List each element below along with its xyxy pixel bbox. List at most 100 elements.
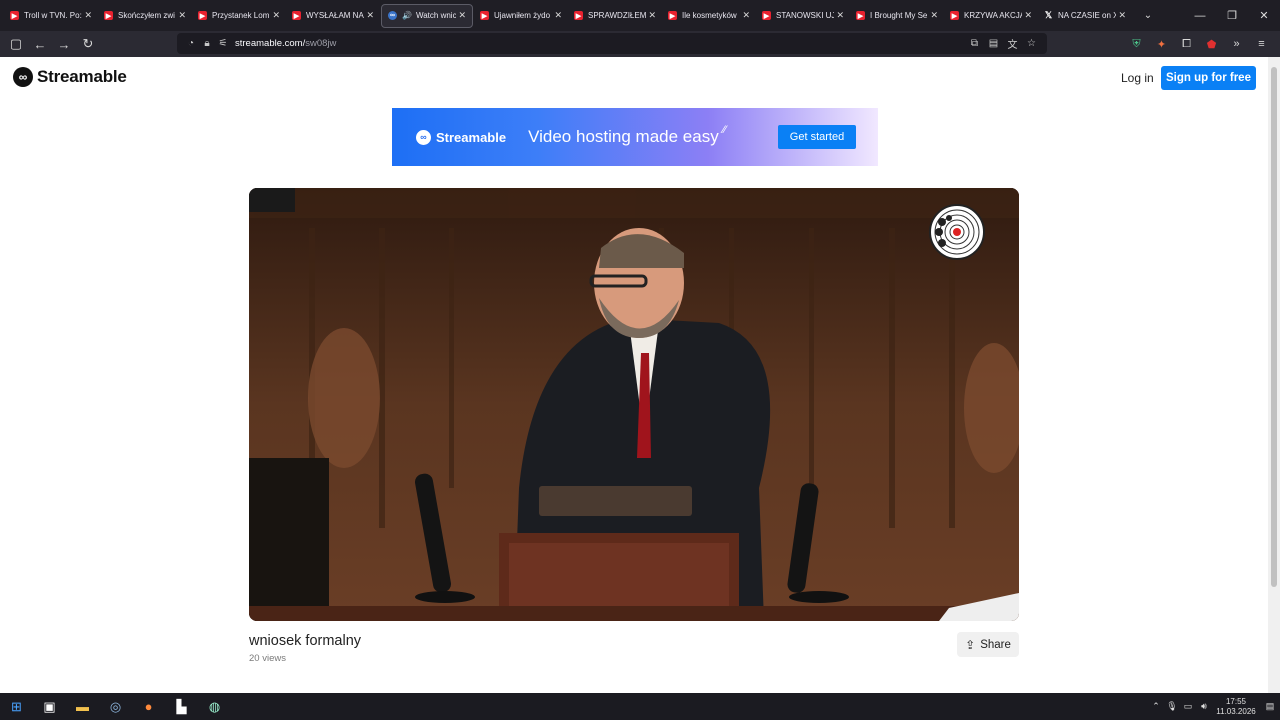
tab-title: NA CZASIE on X [1058,11,1117,20]
close-tab-icon[interactable]: ✕ [366,10,374,21]
page-scrollbar[interactable] [1268,57,1280,693]
youtube-icon: ▶ [292,11,301,20]
app-globe-icon[interactable]: ◍ [198,693,231,720]
signup-button[interactable]: Sign up for free [1161,66,1256,90]
tray-chevron-icon[interactable]: ⌃ [1148,701,1164,712]
tab-title: SPRAWDZIŁEM [588,11,647,20]
tab-10[interactable]: ▶ I Brought My Se ✕ [850,4,944,28]
ad-banner[interactable]: ∞ Streamable Video hosting made easy ⁄⁄ … [392,108,878,166]
youtube-icon: ▶ [480,11,489,20]
video-frame [249,188,1019,621]
clock-time: 17:55 [1225,696,1247,706]
youtube-icon: ▶ [856,11,865,20]
tab-strip: ▶ Troll w TVN. Po: ✕ ▶ Skończyłem zwi ✕ ▶ Prz… [0,0,1280,31]
tab-8[interactable]: ▶ Ile kosmetyków ✕ [662,4,756,28]
tab-4[interactable]: ▶ WYSŁAŁAM NA ✕ [286,4,380,28]
lock-icon[interactable]: 🔒︎ [199,38,215,49]
share-button[interactable]: ⇪ Share [957,632,1019,657]
overflow-chevron-icon[interactable]: » [1224,38,1249,50]
tab-title: KRZYWA AKCJA [964,11,1023,20]
url-text[interactable]: streamable.com/sw08jw [235,38,336,49]
broadcast-logo-icon [929,204,985,260]
tab-2[interactable]: ▶ Skończyłem zwi ✕ [98,4,192,28]
close-tab-icon[interactable]: ✕ [458,10,466,21]
app-l-icon[interactable]: ▙ [165,693,198,720]
firefox-icon[interactable]: ● [132,693,165,720]
youtube-icon: ▶ [668,11,677,20]
shield-icon[interactable]: ◔ [183,38,199,49]
video-title: wniosek formalny [249,633,362,649]
tab-5-active[interactable]: ∞ 🔊 Watch wnic ✕ [381,3,473,28]
address-bar[interactable]: ◔ 🔒︎ ⚟ streamable.com/sw08jw ⧉ ▤ 文 ☆ [177,33,1047,54]
steam-icon[interactable]: ◎ [99,693,132,720]
extension-icon[interactable]: ✦ [1149,38,1174,51]
back-icon[interactable]: ← [28,33,52,55]
app-window-icon[interactable]: ▣ [33,693,66,720]
shield-extension-icon[interactable]: ⛨ [1124,38,1149,51]
sidebar-icon[interactable]: ▢ [4,33,28,55]
system-tray: ⌃ 🎙︎ ▭ 🔊︎ 17:55 11.03.2026 ▤ [1148,693,1280,720]
windows-start-icon[interactable]: ⊞ [0,693,33,720]
picture-in-picture-icon[interactable]: ⧉ [965,38,984,49]
youtube-icon: ▶ [10,11,19,20]
page-content: ∞ Streamable Log in Sign up for free ∞ S… [0,57,1268,693]
close-tab-icon[interactable]: ✕ [836,10,844,21]
forward-icon[interactable]: → [52,33,76,55]
reader-view-icon[interactable]: ▤ [984,38,1003,49]
close-tab-icon[interactable]: ✕ [742,10,750,21]
close-tab-icon[interactable]: ✕ [84,10,92,21]
minimize-icon[interactable]: — [1184,0,1216,31]
tab-title: Skończyłem zwi [118,11,175,20]
tab-9[interactable]: ▶ STANOWSKI UJ ✕ [756,4,850,28]
x-icon: 𝕏 [1044,10,1053,20]
tab-6[interactable]: ▶ Ujawniłem żydo ✕ [474,4,568,28]
tab-title: WYSŁAŁAM NA [306,11,364,20]
close-tab-icon[interactable]: ✕ [178,10,186,21]
network-icon[interactable]: ▭ [1180,701,1196,712]
close-tab-icon[interactable]: ✕ [930,10,938,21]
tab-11[interactable]: ▶ KRZYWA AKCJA ✕ [944,4,1038,28]
taskbar: ⊞ ▣ ▬ ◎ ● ▙ ◍ ⌃ 🎙︎ ▭ 🔊︎ 17:55 11.03.2026… [0,693,1280,720]
view-count: 20 views [249,653,286,664]
scrollbar-thumb[interactable] [1271,67,1277,587]
tab-3[interactable]: ▶ Przystanek Lom ✕ [192,4,286,28]
tab-title: Watch wnic [415,11,457,20]
banner-logo-icon: ∞ [416,129,431,145]
speaker-icon[interactable]: 🔊 [402,11,412,20]
volume-icon[interactable]: 🔊︎ [1196,701,1212,712]
tab-1[interactable]: ▶ Troll w TVN. Po: ✕ [4,4,98,28]
share-icon: ⇪ [965,637,976,652]
restore-icon[interactable]: ❐ [1216,0,1248,31]
close-tab-icon[interactable]: ✕ [1024,10,1032,21]
brand-name: Streamable [37,67,127,86]
notifications-icon[interactable]: ▤ [1260,701,1280,712]
extensions-puzzle-icon[interactable]: ⧠ [1174,38,1199,51]
get-started-button[interactable]: Get started [778,125,856,149]
list-tabs-icon[interactable]: ⌄ [1138,10,1158,21]
file-explorer-icon[interactable]: ▬ [66,693,99,720]
tab-12[interactable]: 𝕏 NA CZASIE on X ✕ [1038,4,1132,28]
close-tab-icon[interactable]: ✕ [554,10,562,21]
tab-title: Przystanek Lom [212,11,270,20]
clock[interactable]: 17:55 11.03.2026 [1212,697,1260,717]
menu-icon[interactable]: ≡ [1249,38,1274,50]
translate-icon[interactable]: 文 [1003,36,1022,51]
tab-7[interactable]: ▶ SPRAWDZIŁEM ✕ [568,4,662,28]
tab-title: Ile kosmetyków [682,11,737,20]
close-window-icon[interactable]: ✕ [1248,0,1280,31]
brand-logo[interactable]: ∞ Streamable [13,67,127,87]
close-tab-icon[interactable]: ✕ [648,10,656,21]
login-link[interactable]: Log in [1115,69,1160,87]
microphone-icon[interactable]: 🎙︎ [1164,701,1180,712]
close-tab-icon[interactable]: ✕ [1118,10,1126,21]
close-tab-icon[interactable]: ✕ [272,10,280,21]
reload-icon[interactable]: ↻ [76,33,100,55]
window-controls: — ❐ ✕ [1184,0,1280,31]
bookmark-star-icon[interactable]: ☆ [1022,38,1041,49]
video-player[interactable] [249,188,1019,621]
share-label: Share [980,638,1011,651]
permissions-icon[interactable]: ⚟ [215,38,231,49]
banner-brand: Streamable [436,129,507,145]
youtube-icon: ▶ [574,11,583,20]
ublock-icon[interactable]: ⬟ [1199,38,1224,51]
